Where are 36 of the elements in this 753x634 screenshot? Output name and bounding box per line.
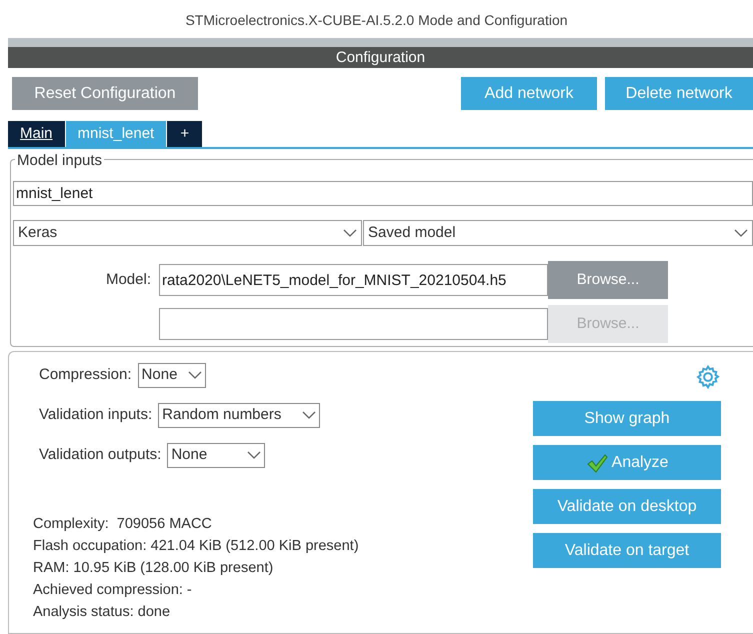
file-field[interactable]: rata2020\LeNET5_model_for_MNIST_20210504.h5 — [159, 264, 548, 296]
caret-icon — [188, 371, 202, 380]
model-label: Model: — [104, 270, 152, 290]
caret-icon — [302, 411, 316, 420]
model-type-select[interactable]: Saved model — [363, 220, 753, 246]
file-field[interactable] — [159, 308, 548, 340]
window-title: STMicroelectronics.X-CUBE-AI.5.2.0 Mode and Configuration — [185, 12, 568, 28]
setting-select[interactable]: Random numbers — [158, 403, 320, 428]
setting-select[interactable]: None — [167, 443, 266, 468]
browse-button[interactable]: Browse... — [548, 261, 668, 299]
action-button[interactable]: Validate on target — [533, 533, 721, 568]
stat-text: Analysis status: done — [33, 603, 172, 622]
tab[interactable]: Main — [8, 121, 65, 147]
caret-icon — [734, 228, 748, 238]
add-tab-button[interactable]: + — [167, 121, 202, 147]
action-button[interactable]: Analyze — [533, 445, 721, 480]
stat-text: RAM: 10.95 KiB (128.00 KiB present) — [33, 559, 274, 578]
setting-label: Validation inputs: — [39, 405, 152, 426]
reset-button[interactable]: Reset Configuration — [12, 77, 198, 110]
delete-button[interactable]: Delete network — [605, 77, 753, 110]
caret-icon — [343, 228, 357, 238]
setting-label: Validation outputs: — [39, 445, 162, 466]
header-bar: Configuration — [8, 47, 753, 68]
add-button[interactable]: Add network — [461, 77, 597, 110]
action-button[interactable]: Show graph — [533, 401, 721, 436]
settings-icon[interactable] — [695, 364, 721, 390]
framework-select[interactable]: Keras — [13, 220, 362, 246]
setting-label: Compression: — [39, 365, 132, 386]
stat-text: Flash occupation: 421.04 KiB (512.00 KiB present) — [33, 537, 360, 556]
caret-icon — [247, 451, 262, 460]
setting-select[interactable]: None — [138, 363, 206, 388]
stat-text: Complexity: 709056 MACC — [33, 515, 213, 534]
tab[interactable]: mnist_lenet — [66, 121, 166, 147]
stat-text: Achieved compression: - — [33, 581, 193, 600]
name-field[interactable]: mnist_lenet — [13, 181, 753, 206]
action-button[interactable]: Validate on desktop — [533, 489, 721, 524]
